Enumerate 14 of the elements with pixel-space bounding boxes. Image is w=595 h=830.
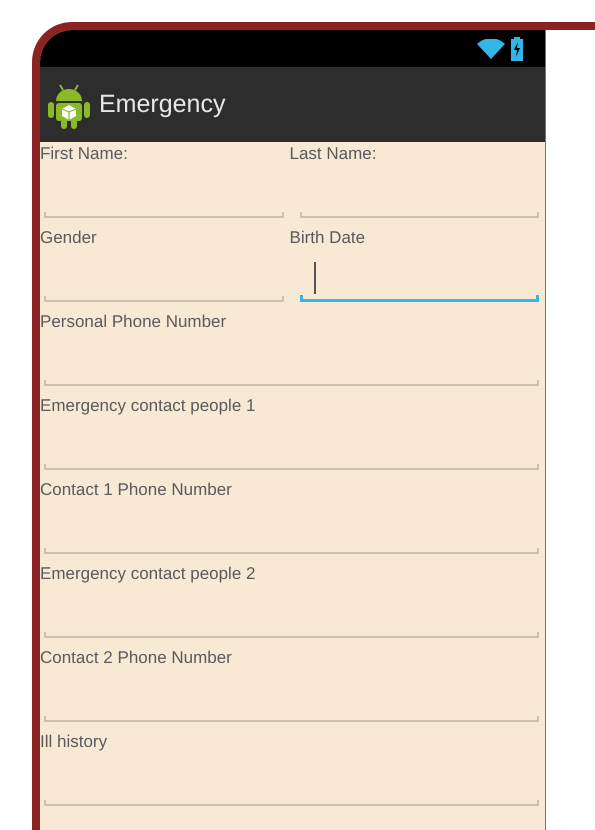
- wifi-icon: [477, 38, 505, 58]
- field-label: Contact 1 Phone Number: [40, 480, 233, 500]
- app-title: Emergency: [99, 90, 226, 119]
- field-label: Emergency contact people 1: [40, 396, 256, 416]
- field-label: Emergency contact people 2: [40, 564, 256, 584]
- field-label: Contact 2 Phone Number: [40, 648, 233, 668]
- field-label: Ill history: [40, 732, 108, 752]
- field-label: Personal Phone Number: [40, 312, 228, 332]
- field-label: Gender: [40, 228, 98, 248]
- battery-icon: [511, 36, 523, 60]
- text-cursor: [314, 262, 316, 294]
- field-label: Last Name:: [290, 144, 378, 164]
- field-label: Birth Date: [290, 228, 366, 248]
- field-label: First Name:: [40, 144, 129, 164]
